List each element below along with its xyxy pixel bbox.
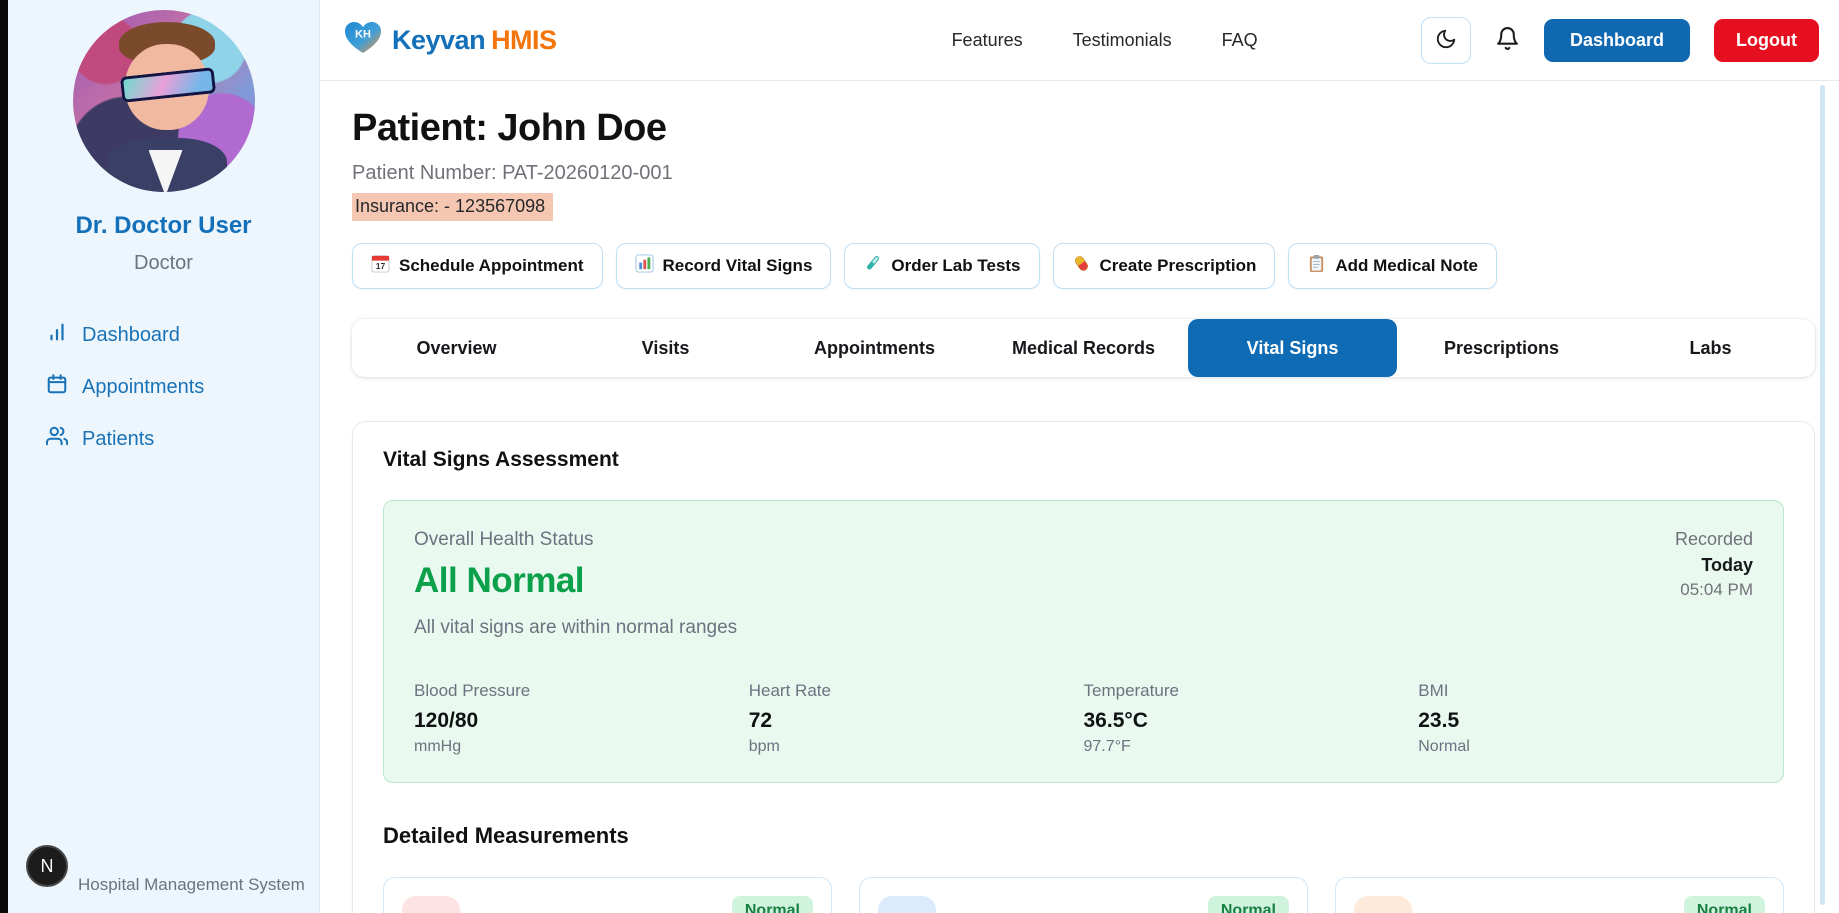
sidebar: Dr. Doctor User Doctor Dashboard Appoint… — [8, 0, 320, 913]
add-medical-note-button[interactable]: Add Medical Note — [1288, 243, 1497, 289]
tab-vital-signs[interactable]: Vital Signs — [1188, 319, 1397, 377]
sidebar-item-dashboard[interactable]: Dashboard — [46, 315, 319, 355]
n-badge[interactable]: N — [26, 845, 68, 887]
vital-signs-section-title: Vital Signs Assessment — [383, 448, 1784, 472]
vital-metrics: Blood Pressure 120/80 mmHg Heart Rate 72… — [414, 681, 1753, 756]
tab-prescriptions[interactable]: Prescriptions — [1397, 319, 1606, 377]
brand-name: KeyvanHMIS — [392, 25, 557, 56]
top-navbar: KH KeyvanHMIS Features Testimonials FAQ — [320, 0, 1839, 81]
sidebar-item-appointments[interactable]: Appointments — [46, 367, 319, 407]
brand[interactable]: KH KeyvanHMIS — [344, 21, 557, 60]
main-content: Patient: John Doe Patient Number: PAT-20… — [320, 81, 1839, 913]
sidebar-user-name: Dr. Doctor User — [75, 212, 251, 240]
nav-link-faq[interactable]: FAQ — [1222, 30, 1258, 51]
insurance-text: Insurance: - 123567098 — [352, 193, 553, 221]
record-vital-signs-button[interactable]: Record Vital Signs — [616, 243, 832, 289]
measurement-card: Normal — [859, 877, 1308, 913]
dashboard-button[interactable]: Dashboard — [1544, 19, 1690, 62]
status-badge: Normal — [1684, 896, 1765, 913]
bar-chart-icon — [635, 254, 654, 278]
create-prescription-button[interactable]: Create Prescription — [1053, 243, 1276, 289]
page-title: Patient: John Doe — [352, 107, 1815, 150]
nav-link-features[interactable]: Features — [952, 30, 1023, 51]
page-scrollbar[interactable] — [1820, 85, 1825, 905]
moon-icon — [1435, 28, 1457, 53]
sidebar-footer-text: Hospital Management System — [78, 875, 305, 899]
bell-icon — [1495, 26, 1520, 54]
measurement-card: Normal — [1335, 877, 1784, 913]
status-label: Overall Health Status — [414, 529, 737, 551]
sidebar-item-label: Appointments — [82, 376, 204, 399]
status-value: All Normal — [414, 561, 737, 601]
nav-link-testimonials[interactable]: Testimonials — [1073, 30, 1172, 51]
tab-overview[interactable]: Overview — [352, 319, 561, 377]
heart-icon — [402, 896, 460, 913]
heart-logo-icon: KH — [344, 21, 382, 60]
sidebar-item-label: Dashboard — [82, 324, 180, 347]
navbar-controls: Dashboard Logout — [1421, 17, 1819, 64]
tab-visits[interactable]: Visits — [561, 319, 770, 377]
status-badge: Normal — [732, 896, 813, 913]
sidebar-item-patients[interactable]: Patients — [46, 419, 319, 459]
notifications-button[interactable] — [1495, 26, 1520, 54]
users-icon — [46, 425, 68, 453]
sidebar-item-label: Patients — [82, 428, 154, 451]
metric-temperature: Temperature 36.5°C 97.7°F — [1084, 681, 1419, 756]
status-block: Overall Health Status All Normal All vit… — [414, 529, 737, 639]
doctor-avatar — [73, 10, 255, 192]
measurement-card: Normal — [383, 877, 832, 913]
metric-bmi: BMI 23.5 Normal — [1418, 681, 1753, 756]
test-tube-icon — [863, 254, 882, 278]
navbar-links: Features Testimonials FAQ — [952, 30, 1258, 51]
patient-number: Patient Number: PAT-20260120-001 — [352, 162, 1815, 185]
status-badge: Normal — [1208, 896, 1289, 913]
schedule-appointment-button[interactable]: 17 Schedule Appointment — [352, 243, 603, 289]
droplet-icon — [878, 896, 936, 913]
metric-blood-pressure: Blood Pressure 120/80 mmHg — [414, 681, 749, 756]
recorded-time: 05:04 PM — [1675, 580, 1753, 600]
metric-heart-rate: Heart Rate 72 bpm — [749, 681, 1084, 756]
tab-labs[interactable]: Labs — [1606, 319, 1815, 377]
vital-signs-panel: Vital Signs Assessment Overall Health St… — [352, 421, 1815, 913]
recorded-block: Recorded Today 05:04 PM — [1675, 529, 1753, 639]
recorded-day: Today — [1675, 555, 1753, 576]
sidebar-footer: N Hospital Management System — [8, 845, 319, 913]
svg-text:17: 17 — [376, 261, 386, 271]
detailed-measurements-title: Detailed Measurements — [383, 823, 1784, 849]
calendar-icon: 17 — [371, 254, 390, 278]
measurement-cards: Normal Normal Normal — [383, 877, 1784, 913]
status-description: All vital signs are within normal ranges — [414, 617, 737, 639]
clipboard-icon — [1307, 254, 1326, 278]
calendar-icon — [46, 373, 68, 401]
bar-chart-icon — [46, 321, 68, 349]
dark-mode-toggle[interactable] — [1421, 17, 1471, 64]
health-status-panel: Overall Health Status All Normal All vit… — [383, 500, 1784, 783]
window-edge-strip — [0, 0, 8, 913]
pill-icon — [1072, 254, 1091, 278]
sidebar-user-role: Doctor — [134, 252, 193, 275]
recorded-label: Recorded — [1675, 529, 1753, 550]
order-lab-tests-button[interactable]: Order Lab Tests — [844, 243, 1039, 289]
logout-button[interactable]: Logout — [1714, 19, 1819, 62]
patient-tabs: Overview Visits Appointments Medical Rec… — [352, 319, 1815, 377]
sidebar-nav: Dashboard Appointments Patients — [8, 315, 319, 459]
tab-appointments[interactable]: Appointments — [770, 319, 979, 377]
tab-medical-records[interactable]: Medical Records — [979, 319, 1188, 377]
thermometer-icon — [1354, 896, 1412, 913]
svg-text:KH: KH — [355, 28, 371, 40]
quick-actions: 17 Schedule Appointment Record Vital Sig… — [352, 243, 1815, 289]
